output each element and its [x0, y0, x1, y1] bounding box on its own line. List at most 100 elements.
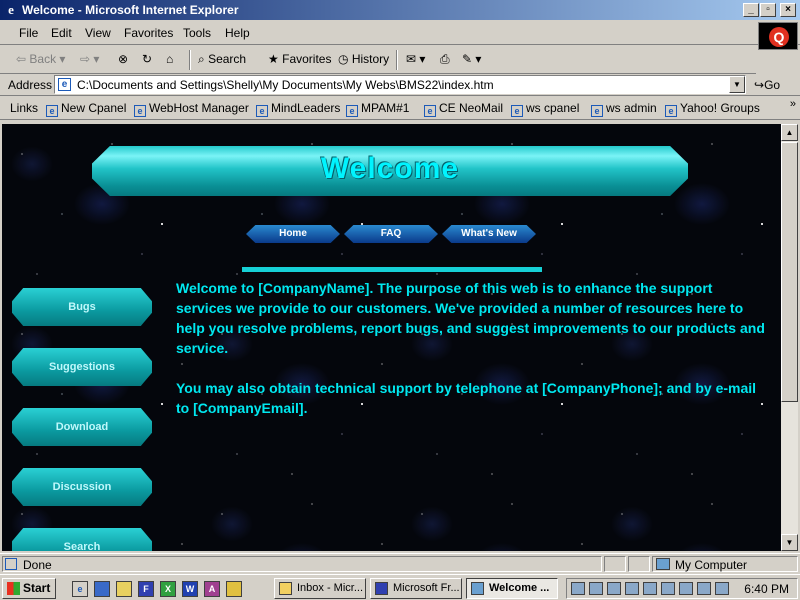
search-button[interactable]: ⌕ Search	[198, 52, 246, 67]
go-button[interactable]: ↪Go	[754, 78, 780, 92]
address-label: Address	[8, 78, 53, 92]
scroll-down-button[interactable]: ▼	[781, 534, 798, 551]
ie-icon[interactable]: e	[3, 2, 19, 18]
sidebar-suggestions-button[interactable]: Suggestions	[12, 348, 152, 386]
home-button[interactable]: ⌂	[166, 52, 173, 66]
status-panel	[628, 556, 650, 572]
link-ws-cpanel[interactable]: e ws cpanel	[511, 101, 579, 117]
go-arrow-icon: ↪	[754, 78, 765, 92]
nav-whats-new-button[interactable]: What's New	[442, 225, 536, 243]
menu-view[interactable]: View	[85, 26, 111, 40]
folder-quicklaunch-icon[interactable]	[116, 581, 132, 597]
sidebar-download-button[interactable]: Download	[12, 408, 152, 446]
computer-icon	[656, 558, 670, 570]
forward-button[interactable]: ⇨ ▾	[80, 52, 99, 66]
tray-icon[interactable]	[661, 582, 675, 595]
nav-home-button[interactable]: Home	[246, 225, 340, 243]
print-button[interactable]: ⎙	[440, 52, 450, 67]
forward-arrow-icon: ⇨	[80, 52, 91, 66]
links-label: Links	[10, 101, 39, 115]
task-label: Welcome ...	[489, 582, 550, 594]
access-quicklaunch-icon[interactable]: A	[204, 581, 220, 597]
brand-logo: Q	[758, 22, 798, 50]
edit-icon: ✎	[462, 52, 473, 66]
ie-quicklaunch-icon[interactable]: e	[72, 581, 88, 597]
menu-file[interactable]: File	[19, 26, 38, 40]
welcome-banner: Welcome	[92, 146, 688, 196]
link-label: Yahoo! Groups	[680, 101, 760, 115]
word-quicklaunch-icon[interactable]: W	[182, 581, 198, 597]
link-label: ws cpanel	[526, 101, 580, 115]
tray-icon[interactable]	[625, 582, 639, 595]
link-yahoo-groups[interactable]: e Yahoo! Groups	[665, 101, 760, 117]
go-label: Go	[764, 78, 781, 92]
history-button[interactable]: ◷ History	[338, 52, 389, 66]
menu-favorites[interactable]: Favorites	[124, 26, 173, 40]
close-button[interactable]: ×	[780, 3, 796, 17]
tray-icon[interactable]	[715, 582, 729, 595]
tray-icon[interactable]	[679, 582, 693, 595]
print-icon: ⎙	[440, 52, 450, 66]
address-dropdown-button[interactable]: ▼	[729, 76, 745, 93]
task-inbox[interactable]: Inbox - Micr...	[274, 578, 366, 599]
start-button[interactable]: Start	[2, 578, 56, 599]
link-page-icon: e	[591, 105, 603, 117]
status-panel	[604, 556, 626, 572]
link-label: New Cpanel	[61, 101, 127, 115]
stop-button[interactable]: ⊗	[118, 52, 128, 66]
menu-edit[interactable]: Edit	[51, 26, 72, 40]
link-webhost-manager[interactable]: e WebHost Manager	[134, 101, 249, 117]
task-frontpage[interactable]: Microsoft Fr...	[370, 578, 462, 599]
tray-icon[interactable]	[697, 582, 711, 595]
address-input[interactable]: e C:\Documents and Settings\Shelly\My Do…	[54, 75, 746, 94]
links-chevron-icon[interactable]: »	[790, 98, 796, 110]
history-label: History	[351, 52, 390, 66]
toolbar-separator	[396, 50, 398, 70]
link-label: MindLeaders	[271, 101, 341, 115]
scroll-thumb[interactable]	[781, 142, 798, 402]
task-welcome[interactable]: Welcome ...	[466, 578, 558, 599]
nav-faq-button[interactable]: FAQ	[344, 225, 438, 243]
volume-icon[interactable]	[607, 582, 621, 595]
scroll-up-button[interactable]: ▲	[781, 124, 798, 141]
frontpage-quicklaunch-icon[interactable]: F	[138, 581, 154, 597]
favorites-button[interactable]: ★ Favorites	[268, 52, 331, 66]
intro-text: Welcome to [CompanyName]. The purpose of…	[176, 278, 766, 438]
back-button[interactable]: ⇦ Back ▾	[16, 52, 65, 66]
desktop-quicklaunch-icon[interactable]	[94, 581, 110, 597]
task-label: Microsoft Fr...	[393, 582, 460, 594]
sidebar-bugs-button[interactable]: Bugs	[12, 288, 152, 326]
refresh-button[interactable]: ↻	[142, 52, 152, 66]
link-page-icon: e	[511, 105, 523, 117]
link-ce-neomail[interactable]: e CE NeoMail	[424, 101, 503, 117]
menu-bar: File Edit View Favorites Tools Help	[0, 21, 800, 45]
status-text-panel: Done	[2, 556, 602, 572]
tray-icon[interactable]	[571, 582, 585, 595]
link-ws-admin[interactable]: e ws admin	[591, 101, 657, 117]
edit-button[interactable]: ✎ ▾	[462, 52, 481, 66]
tray-icon[interactable]	[589, 582, 603, 595]
outlook-quicklaunch-icon[interactable]	[226, 581, 242, 597]
ie-icon	[471, 582, 484, 595]
link-page-icon: e	[346, 105, 358, 117]
link-label: ws admin	[606, 101, 657, 115]
network-icon[interactable]	[643, 582, 657, 595]
vertical-scrollbar[interactable]: ▲ ▼	[781, 124, 798, 551]
link-mpam1[interactable]: e MPAM#1	[346, 101, 409, 117]
maximize-button[interactable]: ▫	[760, 3, 776, 17]
link-new-cpanel[interactable]: e New Cpanel	[46, 101, 126, 117]
window-title: Welcome - Microsoft Internet Explorer	[22, 3, 239, 17]
excel-quicklaunch-icon[interactable]: X	[160, 581, 176, 597]
mail-icon: ✉	[406, 52, 417, 66]
menu-help[interactable]: Help	[225, 26, 250, 40]
start-label: Start	[23, 581, 51, 595]
sidebar-discussion-button[interactable]: Discussion	[12, 468, 152, 506]
menu-tools[interactable]: Tools	[183, 26, 211, 40]
search-label: Search	[208, 52, 247, 66]
mail-button[interactable]: ✉ ▾	[406, 52, 425, 66]
minimize-button[interactable]: _	[743, 3, 759, 17]
link-mindleaders[interactable]: e MindLeaders	[256, 101, 340, 117]
address-value[interactable]: C:\Documents and Settings\Shelly\My Docu…	[77, 78, 494, 92]
clock[interactable]: 6:40 PM	[744, 582, 789, 596]
sidebar-search-button[interactable]: Search	[12, 528, 152, 551]
